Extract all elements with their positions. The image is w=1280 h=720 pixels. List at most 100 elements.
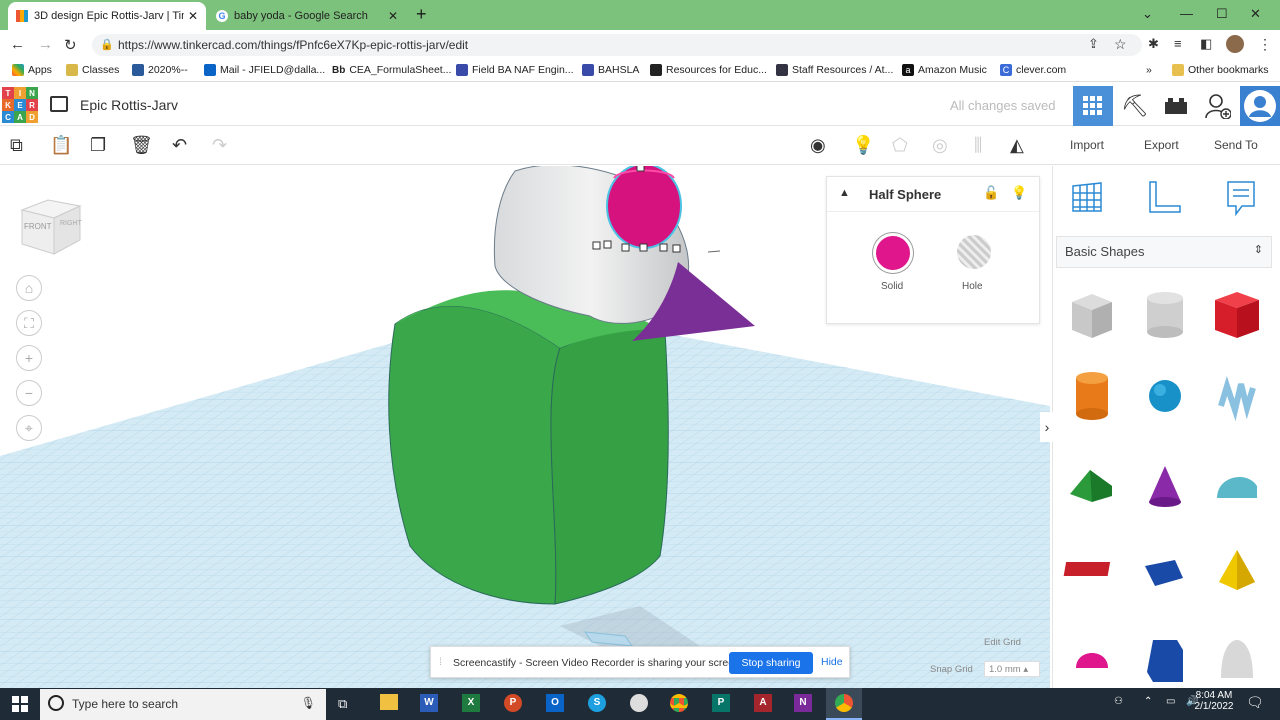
share-icon[interactable]: ⇪ — [1088, 36, 1099, 52]
stop-sharing-button[interactable]: Stop sharing — [729, 652, 813, 674]
microphone-icon[interactable]: 🎙 — [301, 696, 316, 710]
trash-icon[interactable]: 🗑 — [130, 135, 153, 156]
network-icon[interactable]: ▭ — [1166, 696, 1175, 707]
kebab-menu-icon[interactable]: ⋮ — [1258, 36, 1272, 53]
solid-color-swatch[interactable] — [873, 233, 913, 273]
bookmark-amazon[interactable]: a Amazon Music — [902, 64, 987, 76]
close-tab-icon[interactable]: ✕ — [388, 9, 398, 23]
bookmark-apps[interactable]: Apps — [12, 64, 52, 76]
import-button[interactable]: Import — [1070, 138, 1104, 152]
taskbar-search-input[interactable]: Type here to search 🎙 — [40, 689, 326, 720]
redo-icon[interactable]: ↷ — [212, 135, 227, 156]
tab-google-search[interactable]: G baby yoda - Google Search ✕ — [208, 2, 406, 30]
paste-icon[interactable]: 📋 — [50, 135, 72, 156]
3d-view-button[interactable] — [1073, 86, 1113, 126]
excel-icon[interactable]: X — [462, 694, 480, 712]
zoom-out-icon[interactable]: − — [16, 380, 42, 406]
bookmark-clever[interactable]: Cclever.com — [1000, 64, 1066, 76]
edit-grid-button[interactable]: Edit Grid — [984, 637, 1021, 648]
home-view-icon[interactable]: ⌂ — [16, 275, 42, 301]
green-body-side[interactable] — [550, 325, 669, 605]
fit-view-icon[interactable]: ⛶ — [16, 310, 42, 336]
view-cube[interactable]: FRONT RIGHT — [18, 192, 84, 258]
shape-pyramid[interactable] — [1207, 540, 1267, 600]
clock[interactable]: 8:04 AM 2/1/2022 — [1182, 690, 1238, 712]
close-tab-icon[interactable]: ✕ — [188, 9, 198, 23]
extensions-icon[interactable]: ✱ — [1148, 36, 1159, 52]
shape-sphere[interactable] — [1135, 366, 1195, 426]
undo-icon[interactable]: ↶ — [172, 135, 187, 156]
chrome-active-taskbar-item[interactable] — [826, 688, 862, 720]
account-avatar[interactable] — [1240, 86, 1280, 126]
add-user-button[interactable] — [1198, 86, 1238, 126]
send-to-button[interactable]: Send To — [1214, 138, 1258, 152]
half-sphere-selected[interactable] — [606, 166, 682, 249]
hole-swatch[interactable] — [957, 235, 991, 269]
skype-icon[interactable]: S — [588, 694, 606, 712]
bookmark-classes[interactable]: Classes — [66, 64, 119, 76]
publisher-icon[interactable]: P — [712, 694, 730, 712]
powerpoint-icon[interactable]: P — [504, 694, 522, 712]
tray-chevron-icon[interactable]: ⌃ — [1144, 696, 1152, 707]
collapse-panel-icon[interactable]: ▲ — [839, 187, 850, 199]
people-icon[interactable]: ⚇ — [1114, 696, 1123, 707]
new-tab-button[interactable]: + — [416, 4, 427, 25]
notifications-icon[interactable]: 🗨 — [1246, 694, 1264, 711]
snap-grid-select[interactable]: 1.0 mm ▴ — [984, 661, 1040, 677]
ortho-view-icon[interactable]: ⌖ — [16, 415, 42, 441]
onenote-icon[interactable]: N — [794, 694, 812, 712]
lock-icon[interactable]: 🔓 — [983, 185, 999, 201]
shape-round-roof[interactable] — [1207, 456, 1267, 516]
paint-icon[interactable] — [630, 694, 648, 712]
minimize-button[interactable]: — — [1180, 6, 1193, 21]
copy-icon[interactable]: ⧉ — [10, 135, 23, 156]
shape-roof[interactable] — [1062, 456, 1122, 516]
design-title[interactable]: Epic Rottis-Jarv — [80, 97, 178, 113]
bookmark-resources[interactable]: Resources for Educ... — [650, 64, 767, 76]
drag-handle-icon[interactable]: ⁞ — [439, 656, 442, 668]
star-icon[interactable]: ☆ — [1114, 36, 1127, 53]
chevron-down-icon[interactable]: ⌄ — [1142, 6, 1153, 22]
lightbulb-icon[interactable]: 💡 — [1011, 185, 1027, 201]
group-icon[interactable]: ⬠ — [892, 135, 908, 156]
other-bookmarks[interactable]: Other bookmarks — [1172, 64, 1269, 76]
url-field[interactable]: 🔒 https://www.tinkercad.com/things/fPnfc… — [92, 34, 1142, 56]
bookmark-mail[interactable]: Mail - JFIELD@dalla... — [204, 64, 325, 76]
reading-list-icon[interactable]: ≡ — [1174, 36, 1182, 51]
shape-cylinder-hole[interactable] — [1135, 284, 1195, 344]
lightbulb-icon[interactable]: 💡 — [852, 135, 874, 156]
word-icon[interactable]: W — [420, 694, 438, 712]
shape-box[interactable] — [1207, 284, 1267, 344]
access-icon[interactable]: A — [754, 694, 772, 712]
shape-paraboloid[interactable] — [1207, 628, 1267, 688]
collapse-sidebar-chevron-icon[interactable]: › — [1040, 412, 1054, 442]
reload-button[interactable]: ↻ — [64, 36, 77, 54]
bookmark-staff[interactable]: Staff Resources / At... — [776, 64, 893, 76]
notes-icon[interactable]: ◉ — [810, 135, 826, 156]
tinkercad-logo[interactable]: T I N K E R C A D — [2, 87, 38, 123]
ungroup-icon[interactable]: ◎ — [932, 135, 948, 156]
bookmark-bahsla[interactable]: BAHSLA — [582, 64, 639, 76]
sidepanel-icon[interactable]: ◧ — [1200, 36, 1212, 52]
ruler-tool-button[interactable] — [1146, 180, 1182, 221]
chrome-icon[interactable] — [670, 694, 688, 712]
shape-half-sphere[interactable] — [1062, 628, 1122, 688]
hide-button[interactable]: Hide — [821, 656, 843, 668]
shape-box-hole[interactable] — [1062, 284, 1122, 344]
mirror-icon[interactable]: ◭ — [1010, 135, 1024, 156]
back-button[interactable]: ← — [10, 36, 25, 53]
align-icon[interactable]: ⫼ — [974, 135, 982, 156]
shape-cylinder[interactable] — [1062, 366, 1122, 426]
profile-avatar[interactable] — [1226, 35, 1244, 53]
tab-tinkercad[interactable]: 3D design Epic Rottis-Jarv | Tinke ✕ — [8, 2, 206, 30]
bookmark-cea[interactable]: Bb CEA_FormulaSheet... — [332, 64, 451, 76]
shape-cone[interactable] — [1135, 456, 1195, 516]
duplicate-icon[interactable]: ❐ — [90, 135, 106, 156]
bookmark-field-ba[interactable]: Field BA NAF Engin... — [456, 64, 574, 76]
bricks-button[interactable] — [1156, 86, 1196, 126]
notes-tool-button[interactable] — [1224, 180, 1258, 221]
task-view-icon[interactable]: ⧉ — [338, 696, 347, 712]
shape-scribble[interactable] — [1207, 366, 1267, 426]
workplane-tool-button[interactable] — [1070, 180, 1104, 219]
zoom-in-icon[interactable]: + — [16, 345, 42, 371]
